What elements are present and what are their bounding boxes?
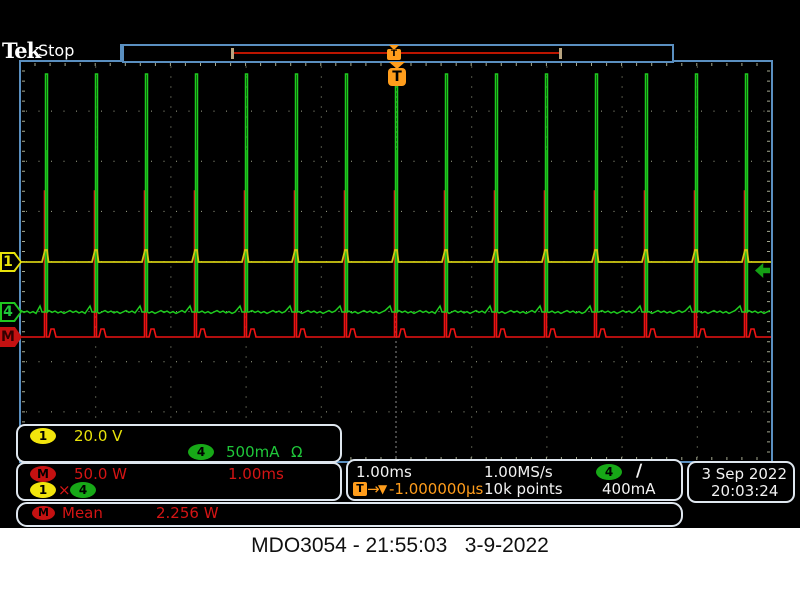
trigger-slope-icon: ∕ xyxy=(636,461,642,481)
wave-inspector-trigger-icon: T xyxy=(387,45,401,61)
tek-logo: Tek xyxy=(2,38,40,63)
math-badge: M xyxy=(30,466,56,482)
scope-display: Tek Stop T T 1 4 M xyxy=(0,0,800,528)
ch1-badge: 1 xyxy=(30,428,56,444)
ch1-scale: 20.0 V xyxy=(74,427,122,445)
math-operator: × xyxy=(58,481,71,499)
measurement-value: 2.256 W xyxy=(156,504,219,522)
trigger-t-badge: T xyxy=(353,482,367,496)
measurement-badge: M xyxy=(32,506,55,520)
trigger-marker-glyph: ▼ xyxy=(378,482,387,496)
date-value: 3 Sep 2022 xyxy=(701,465,787,483)
caption-area: MDO3054 - 21:55:03 3-9-2022 xyxy=(0,528,800,600)
screenshot-caption: MDO3054 - 21:55:03 3-9-2022 xyxy=(0,534,800,558)
math-source-b-badge: 4 xyxy=(70,482,96,498)
math-scale: 50.0 W xyxy=(74,465,127,483)
horizontal-trigger-readout: 1.00ms 1.00MS/s 4 ∕ T → ▼ -1.000000µs 10… xyxy=(346,459,683,501)
channel-4-marker-label: 4 xyxy=(0,303,16,321)
sample-rate: 1.00MS/s xyxy=(484,463,553,481)
datetime-readout: 3 Sep 2022 20:03:24 xyxy=(687,461,795,503)
trigger-position-flag: T xyxy=(388,62,406,88)
math-timebase: 1.00ms xyxy=(228,465,284,483)
measurement-name: Mean xyxy=(62,504,103,522)
acquisition-status: Stop xyxy=(38,41,74,60)
time-value: 20:03:24 xyxy=(711,482,778,500)
trigger-position-t-icon: T xyxy=(388,68,406,86)
measurement-readout: M Mean 2.256 W xyxy=(16,502,683,527)
timebase: 1.00ms xyxy=(356,463,412,481)
ch4-impedance: Ω xyxy=(291,443,302,461)
channel-4-marker: 4 xyxy=(0,302,22,322)
channel-1-marker-label: 1 xyxy=(0,253,16,271)
math-source-a-badge: 1 xyxy=(30,482,56,498)
ch4-badge: 4 xyxy=(188,444,214,460)
vertical-scale-readout: 1 20.0 V 4 500mA Ω xyxy=(16,424,342,463)
trigger-t-icon: T xyxy=(387,49,401,60)
oscilloscope-screenshot: Tek Stop T T 1 4 M xyxy=(0,0,800,600)
ch4-scale: 500mA xyxy=(226,443,280,461)
wave-inspector-right-bracket xyxy=(559,48,562,59)
wave-inspector-bar: T xyxy=(122,44,674,63)
channel-1-marker: 1 xyxy=(0,252,22,272)
trigger-level: 400mA xyxy=(602,480,656,498)
record-length: 10k points xyxy=(484,480,563,498)
trigger-position: -1.000000µs xyxy=(389,480,483,498)
math-marker: M xyxy=(0,327,22,347)
trigger-source-badge: 4 xyxy=(596,464,622,480)
math-marker-label: M xyxy=(0,328,16,346)
wave-inspector-left-bracket xyxy=(231,48,234,59)
math-readout: M 50.0 W 1.00ms 1 × 4 xyxy=(16,462,342,501)
